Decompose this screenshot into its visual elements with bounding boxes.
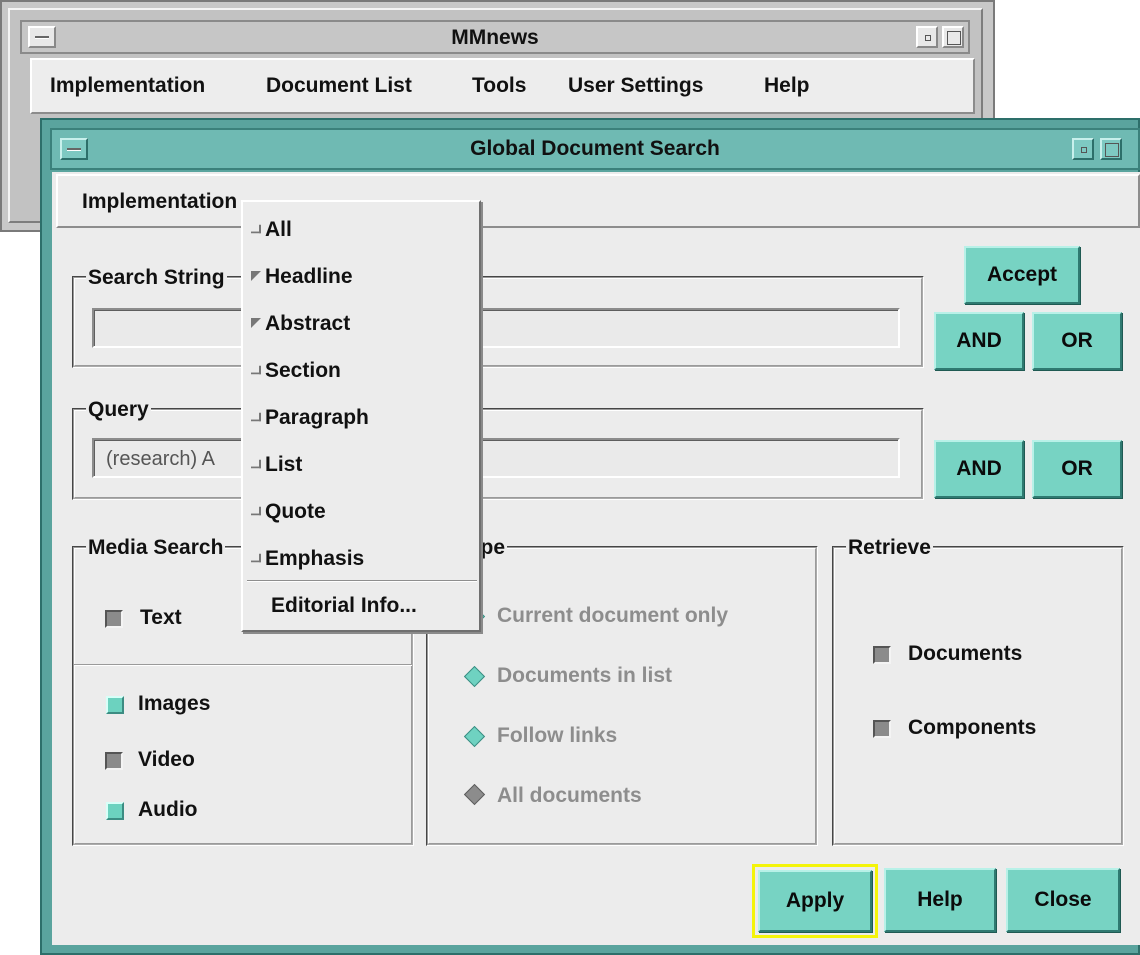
search-string-input[interactable] [92,308,900,348]
menu-document-list[interactable]: Document List [266,74,412,98]
help-button[interactable]: Help [884,868,996,932]
menu-implementation[interactable]: Implementation [50,74,205,98]
search-and-button[interactable]: AND [934,312,1024,370]
toggle-icon [251,459,261,469]
retrieve-group [832,546,1124,846]
video-checkbox[interactable] [105,752,123,770]
menu-tools[interactable]: Tools [472,74,526,98]
implementation-dropdown: All Headline Abstract Section Paragraph … [241,200,481,632]
toggle-icon [251,506,261,516]
query-label: Query [86,398,151,422]
toggle-icon [251,412,261,422]
documents-checkbox-label: Documents [908,642,1023,665]
dialog-title: Global Document Search [470,137,720,160]
menu-implementation[interactable]: Implementation [82,190,237,214]
dropdown-item-label: Paragraph [265,406,369,429]
audio-checkbox-label: Audio [138,798,198,821]
components-checkbox[interactable] [873,720,891,738]
dropdown-item-emphasis[interactable]: Emphasis [251,547,364,577]
search-string-label: Search String [86,266,227,290]
retrieve-label: Retrieve [846,536,933,560]
minimize-icon[interactable] [1072,138,1094,160]
scope-list-label: Documents in list [497,664,673,687]
mmnews-menubar: Implementation Document List Tools User … [30,58,975,114]
toggle-icon [251,553,261,563]
dropdown-item-label: Abstract [265,312,351,335]
dropdown-item-label: List [265,453,303,476]
query-or-button[interactable]: OR [1032,440,1122,498]
toggle-icon [251,365,261,375]
dropdown-separator [247,580,477,582]
menu-help[interactable]: Help [764,74,810,98]
maximize-icon[interactable] [942,26,964,48]
audio-checkbox[interactable] [106,802,124,820]
video-checkbox-label: Video [138,748,195,771]
components-checkbox-label: Components [908,716,1037,739]
dialog-menubar: Implementation [56,174,1140,228]
accept-button[interactable]: Accept [964,246,1080,304]
dropdown-item-editorial-info[interactable]: Editorial Info... [271,594,417,624]
dropdown-item-paragraph[interactable]: Paragraph [251,406,369,436]
scope-current-label: Current document only [497,604,729,627]
dropdown-item-label: Headline [265,265,353,288]
documents-checkbox[interactable] [873,646,891,664]
dropdown-item-quote[interactable]: Quote [251,500,326,530]
mmnews-title-bar[interactable]: MMnews [20,20,970,54]
scope-all-label: All documents [497,784,642,807]
maximize-icon[interactable] [1100,138,1122,160]
scope-follow-links-label: Follow links [497,724,618,747]
search-or-button[interactable]: OR [1032,312,1122,370]
apply-button[interactable]: Apply [758,870,872,932]
mmnews-title: MMnews [451,26,539,49]
dialog-title-bar[interactable]: Global Document Search [50,128,1140,170]
text-checkbox-label: Text [140,606,182,629]
media-divider [74,664,412,666]
images-checkbox[interactable] [106,696,124,714]
dropdown-item-label: All [265,218,292,241]
dropdown-item-label: Section [265,359,341,382]
toggle-icon [251,224,261,234]
dropdown-item-label: Quote [265,500,326,523]
dropdown-item-headline[interactable]: Headline [251,265,353,295]
media-search-label: Media Search [86,536,226,560]
dropdown-item-label: Emphasis [265,547,365,570]
images-checkbox-label: Images [138,692,211,715]
close-button[interactable]: Close [1006,868,1120,932]
dropdown-item-abstract[interactable]: Abstract [251,312,350,342]
query-and-button[interactable]: AND [934,440,1024,498]
minimize-icon[interactable] [916,26,938,48]
dropdown-item-list[interactable]: List [251,453,302,483]
toggle-icon [251,271,261,281]
menu-user-settings[interactable]: User Settings [568,74,703,98]
query-input[interactable]: (research) A [92,438,900,478]
text-checkbox[interactable] [105,610,123,628]
dropdown-item-section[interactable]: Section [251,359,341,389]
dropdown-item-all[interactable]: All [251,218,292,248]
toggle-icon [251,318,261,328]
